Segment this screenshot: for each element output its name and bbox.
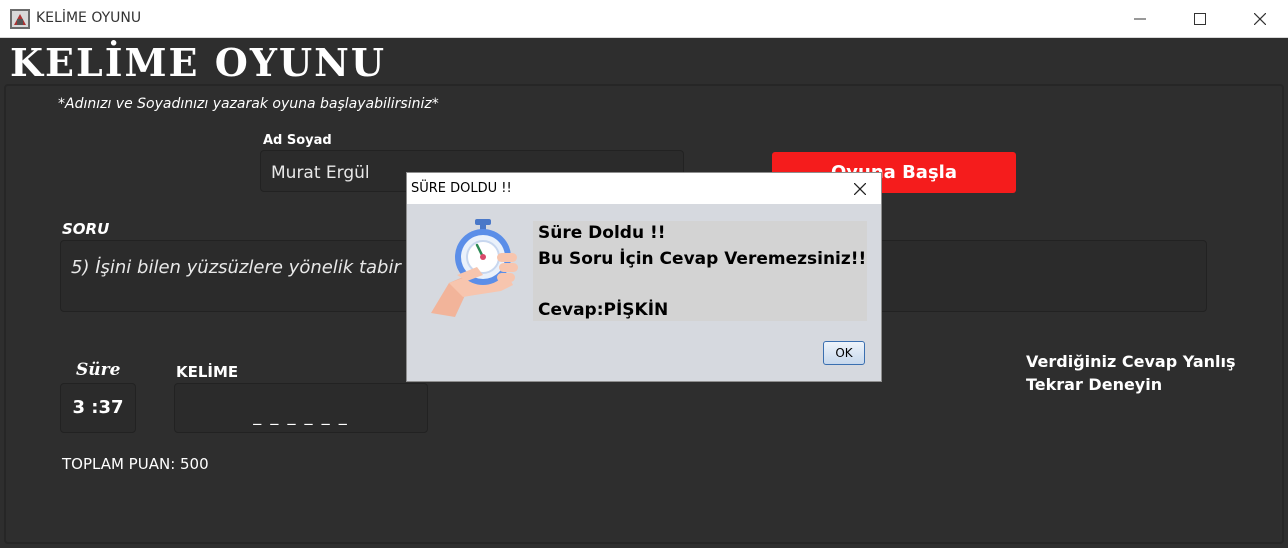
window-title: KELİME OYUNU (36, 10, 142, 26)
close-icon (1254, 13, 1266, 25)
minimize-icon (1134, 18, 1146, 20)
total-score: TOPLAM PUAN: 500 (62, 455, 209, 473)
java-app-icon (10, 9, 30, 29)
dialog-close-button[interactable] (847, 176, 873, 202)
game-title: KELİME OYUNU (10, 40, 386, 85)
window-titlebar: KELİME OYUNU (0, 0, 1288, 38)
timer-label: Süre (76, 360, 121, 380)
dialog-message-line-2: Bu Soru İçin Cevap Veremezsiniz!! (538, 249, 867, 269)
minimize-button[interactable] (1117, 0, 1163, 38)
dialog-titlebar: SÜRE DOLDU !! (407, 173, 881, 204)
word-input[interactable]: _ _ _ _ _ _ (174, 383, 428, 433)
feedback-message: Verdiğiniz Cevap Yanlış Tekrar Deneyin (1026, 350, 1236, 396)
close-icon (854, 183, 866, 195)
dialog-message-line-1: Süre Doldu !! (538, 223, 666, 243)
ok-button[interactable]: OK (823, 341, 865, 365)
stopwatch-hand-icon (431, 219, 518, 317)
name-label: Ad Soyad (263, 133, 332, 148)
maximize-button[interactable] (1177, 0, 1223, 38)
start-hint: *Adınızı ve Soyadınızı yazarak oyuna baş… (58, 96, 439, 112)
close-window-button[interactable] (1237, 0, 1283, 38)
maximize-icon (1194, 13, 1206, 25)
feedback-line-2: Tekrar Deneyin (1026, 375, 1163, 394)
question-label: SORU (62, 220, 110, 238)
time-up-dialog: SÜRE DOLDU !! Süre Doldu !! Bu Soru İçin… (406, 172, 882, 382)
dialog-title: SÜRE DOLDU !! (411, 181, 512, 196)
feedback-line-1: Verdiğiniz Cevap Yanlış (1026, 352, 1236, 371)
dialog-answer: Cevap:PİŞKİN (538, 300, 669, 320)
word-label: KELİME (176, 363, 239, 381)
timer-value: 3 :37 (60, 383, 136, 433)
